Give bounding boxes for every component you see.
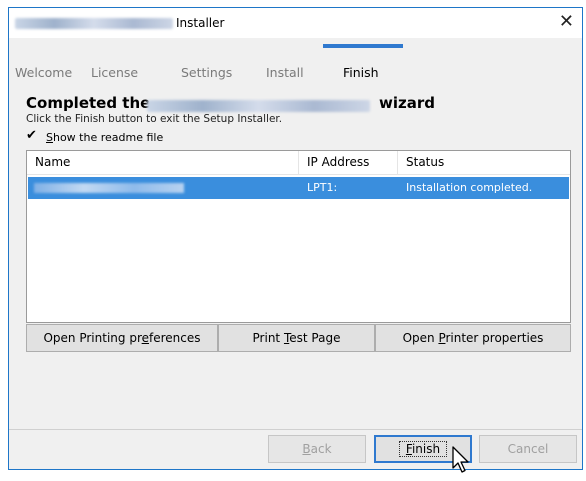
open-printer-properties-button[interactable]: Open Printer properties: [375, 324, 571, 352]
redacted-heading-product: [147, 100, 370, 112]
page-subtitle: Click the Finish button to exit the Setu…: [26, 113, 283, 125]
step-welcome: Welcome: [15, 65, 73, 80]
table-row[interactable]: LPT1: Installation completed.: [28, 177, 569, 199]
redacted-product-name: [15, 18, 173, 29]
page-heading: Completed the: [26, 94, 151, 112]
open-printing-preferences-button[interactable]: Open Printing preferences: [26, 324, 218, 352]
readme-checkbox[interactable]: ✔: [26, 129, 40, 143]
active-step-indicator: [323, 44, 403, 48]
row-ip: LPT1:: [307, 181, 338, 194]
step-license: License: [91, 65, 139, 80]
step-settings: Settings: [181, 65, 233, 80]
column-header-status[interactable]: Status: [398, 151, 570, 174]
mouse-pointer-icon: [452, 446, 469, 473]
row-status: Installation completed.: [406, 181, 533, 194]
close-icon[interactable]: ✕: [559, 11, 574, 33]
back-button[interactable]: Back: [268, 435, 366, 463]
page-heading-suffix: wizard: [379, 94, 435, 112]
print-test-page-button[interactable]: Print Test Page: [218, 324, 375, 352]
installer-window: Installer ✕ Welcome License Settings Ins…: [8, 7, 583, 470]
redacted-printer-name: [34, 183, 184, 193]
window-title: Installer: [176, 16, 225, 30]
cancel-button[interactable]: Cancel: [479, 435, 577, 463]
readme-checkbox-label[interactable]: Show the readme file: [46, 131, 163, 144]
step-finish: Finish: [343, 65, 379, 80]
step-install: Install: [266, 65, 304, 80]
footer-divider: [9, 429, 582, 430]
column-header-ip[interactable]: IP Address: [299, 151, 398, 174]
printer-list-header: Name IP Address Status: [27, 151, 570, 175]
title-bar: Installer ✕: [9, 8, 582, 38]
column-header-name[interactable]: Name: [27, 151, 299, 174]
printer-list[interactable]: Name IP Address Status LPT1: Installatio…: [26, 150, 571, 323]
